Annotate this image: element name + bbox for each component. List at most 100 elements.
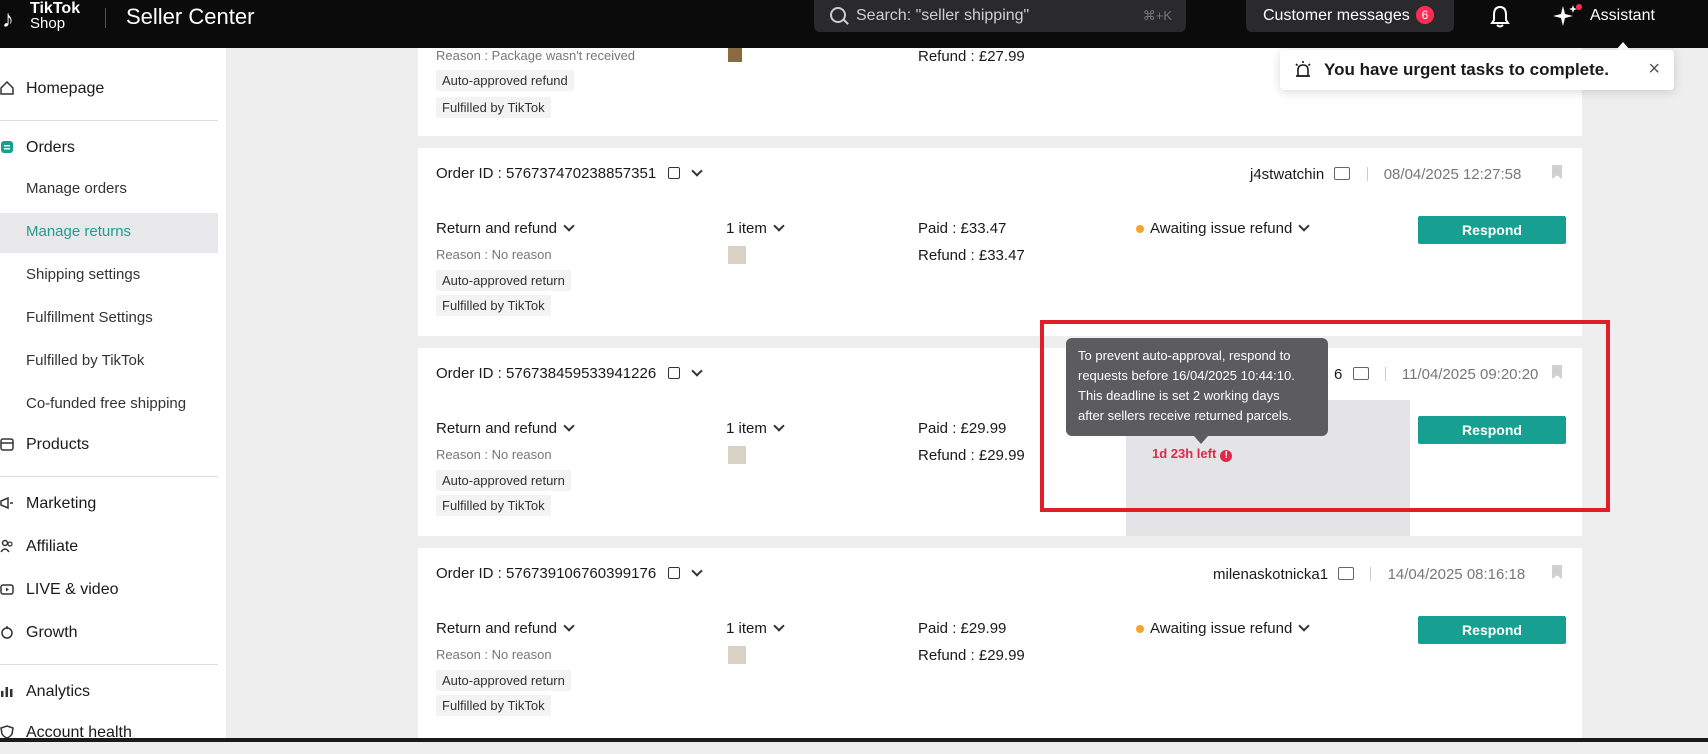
sidebar-item-label: Analytics [26,683,91,700]
chevron-down-icon[interactable] [690,165,703,177]
sidebar-item-marketing[interactable]: Marketing [0,485,226,525]
refund-amount: Refund : £29.99 [918,447,1025,464]
toast-message: You have urgent tasks to complete. [1324,60,1609,79]
status-dropdown[interactable]: Awaiting issue refund [1136,620,1310,637]
sidebar-item-account-health[interactable]: Account health [0,714,226,754]
auto-approved-tag: Auto-approved refund [436,70,574,91]
product-thumbnail[interactable] [728,646,746,664]
order-id-text: Order ID : 576739106760399176 [436,565,657,582]
sidebar-item-orders[interactable]: Orders [0,129,226,169]
urgent-tasks-toast[interactable]: You have urgent tasks to complete. × [1280,50,1674,90]
sidebar-subitem-fulfillment-settings[interactable]: Fulfillment Settings [0,299,226,339]
bell-icon[interactable] [1488,4,1512,30]
sidebar-subitem-manage-returns[interactable]: Manage returns [0,213,218,253]
search-icon [830,7,846,23]
copy-icon[interactable] [668,567,681,579]
status-dropdown[interactable]: Awaiting issue refund [1136,220,1310,237]
sidebar-divider [0,664,218,665]
product-thumbnail[interactable] [728,246,746,264]
sidebar-subitem-shipping-settings[interactable]: Shipping settings [0,256,226,296]
top-bar: ♪ TikTok Shop Seller Center Search: "sel… [0,0,1708,48]
product-thumbnail[interactable] [728,48,742,62]
order-id[interactable]: Order ID : 576739106760399176 [436,565,703,582]
sidebar-item-live-video[interactable]: LIVE & video [0,571,226,611]
analytics-icon [1,687,13,697]
order-id[interactable]: Order ID : 576738459533941226 [436,365,703,382]
people-icon [0,539,13,553]
chevron-down-icon[interactable] [690,365,703,377]
customer-messages-button[interactable]: Customer messages 6 [1246,0,1454,32]
bookmark-icon[interactable] [1552,165,1562,179]
annotation-highlight-box [1040,320,1610,512]
sidebar-subitem-co-funded-free-shipping[interactable]: Co-funded free shipping [0,385,226,425]
growth-icon [1,626,13,639]
item-count-text: 1 item [726,420,767,437]
fulfilled-by-tag: Fulfilled by TikTok [436,97,551,118]
sidebar-item-analytics[interactable]: Analytics [0,673,226,713]
buyer-name[interactable]: milenaskotnicka1 [1213,566,1328,583]
close-icon[interactable]: × [1648,58,1660,81]
chevron-down-icon [1298,220,1310,232]
request-type[interactable]: Return and refund [436,220,575,237]
copy-icon[interactable] [668,167,681,179]
item-count[interactable]: 1 item [726,620,785,637]
product-thumbnail[interactable] [728,446,746,464]
order-id[interactable]: Order ID : 576737470238857351 [436,165,703,182]
sidebar-divider [0,476,218,477]
auto-approved-tag: Auto-approved return [436,270,571,291]
message-count-badge: 6 [1416,6,1434,24]
respond-button[interactable]: Respond [1418,216,1566,244]
request-type[interactable]: Return and refund [436,420,575,437]
customer-messages-label: Customer messages [1263,7,1410,24]
item-count[interactable]: 1 item [726,420,785,437]
chat-icon[interactable] [1338,567,1355,580]
sidebar-subitem-fulfilled-by-tiktok[interactable]: Fulfilled by TikTok [0,342,226,382]
sidebar-item-label: Fulfilled by TikTok [26,352,145,369]
chevron-down-icon [1298,620,1310,632]
sidebar-item-growth[interactable]: Growth [0,614,226,654]
orders-icon [1,141,13,153]
sidebar-item-label: Marketing [26,495,97,512]
sidebar-subitem-manage-orders[interactable]: Manage orders [0,170,226,210]
home-icon [0,81,14,95]
separator [1370,567,1372,581]
tiktok-note-icon: ♪ [2,6,14,33]
chat-icon[interactable] [1334,167,1351,180]
order-id-text: Order ID : 576738459533941226 [436,365,657,382]
search-bar[interactable]: Search: "seller shipping" ⌘+K [814,0,1186,32]
sidebar-item-label: LIVE & video [26,581,119,598]
sidebar-item-label: Affiliate [26,538,79,555]
paid-amount: Paid : £33.47 [918,220,1007,237]
separator [1366,167,1368,181]
fulfilled-by-tag: Fulfilled by TikTok [436,495,551,516]
refund-amount: Refund : £33.47 [918,247,1025,264]
order-date: 08/04/2025 12:27:58 [1383,166,1522,183]
shield-icon [0,725,14,739]
return-reason: Reason : No reason [436,247,552,262]
logo-divider [105,8,106,28]
sidebar-item-label: Products [26,436,90,453]
bookmark-icon[interactable] [1552,565,1562,579]
sidebar-item-label: Co-funded free shipping [26,395,187,412]
item-count[interactable]: 1 item [726,220,785,237]
respond-button[interactable]: Respond [1418,616,1566,644]
chevron-down-icon[interactable] [690,565,703,577]
buyer-name[interactable]: j4stwatchin [1250,166,1324,183]
sidebar-item-affiliate[interactable]: Affiliate [0,528,226,568]
copy-icon[interactable] [668,367,681,379]
paid-amount: Paid : £29.99 [918,420,1007,437]
products-icon [0,438,14,451]
assistant-label: Assistant [1590,7,1655,24]
toast-caret [1616,42,1630,50]
tiktok-shop-logo[interactable]: ♪ TikTok Shop [0,0,100,36]
assistant-button[interactable]: Assistant [1552,4,1708,30]
sidebar-item-homepage[interactable]: Homepage [0,70,226,110]
assistant-notification-dot [1576,4,1582,10]
request-type[interactable]: Return and refund [436,620,575,637]
sidebar-item-products[interactable]: Products [0,426,226,466]
auto-approved-tag: Auto-approved return [436,470,571,491]
paid-amount: Paid : £29.99 [918,620,1007,637]
return-reason: Reason : No reason [436,647,552,662]
item-count-text: 1 item [726,220,767,237]
item-count-text: 1 item [726,620,767,637]
